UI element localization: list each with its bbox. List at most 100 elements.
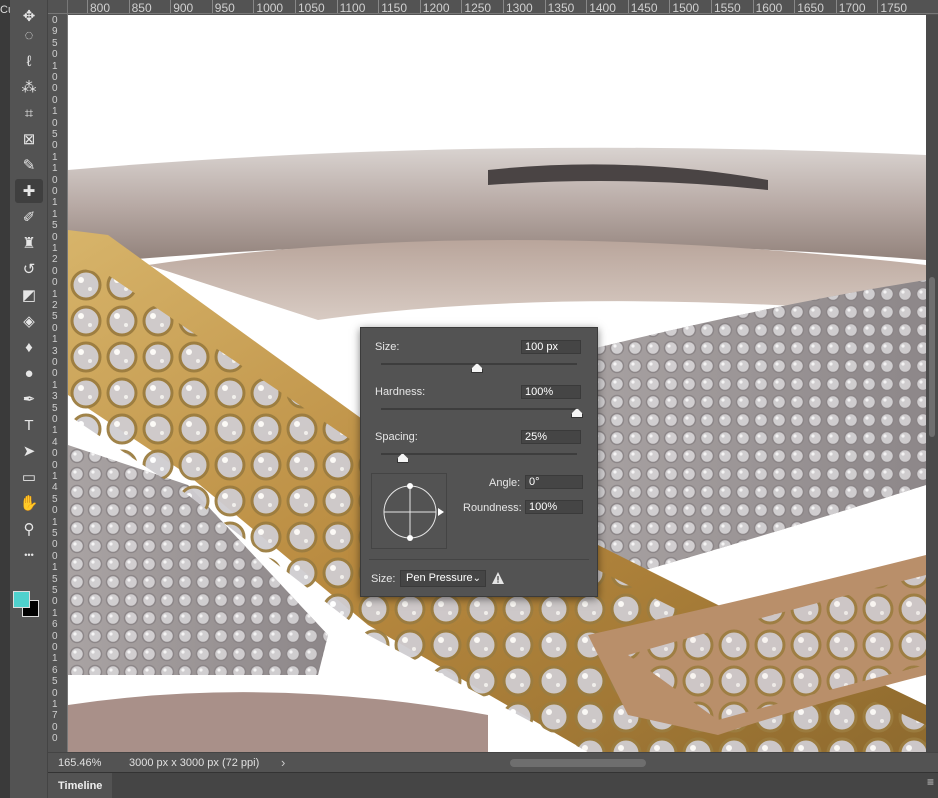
ruler-digit: 1 <box>52 607 58 619</box>
dodge-tool[interactable]: ● <box>15 361 43 385</box>
vertical-scrollbar[interactable] <box>926 15 938 752</box>
ruler-digit: 3 <box>52 345 58 357</box>
roundness-input[interactable]: 100% <box>525 500 583 514</box>
crop-icon: ⌗ <box>24 104 34 122</box>
blur-tool[interactable]: ♦ <box>15 335 43 359</box>
ruler-digit: 6 <box>52 664 58 676</box>
ruler-digit: 5 <box>52 528 58 539</box>
ellipsis-icon: ••• <box>24 550 34 560</box>
ruler-digit: 0 <box>52 368 58 380</box>
horizontal-ruler[interactable]: 800 850 900 950 1000 1050 1100 1150 1200 1250 1300… <box>68 0 938 14</box>
roundness-label: Roundness: <box>463 502 522 514</box>
paint-bucket-tool[interactable]: ◈ <box>15 309 43 333</box>
vertical-scrollbar-thumb[interactable] <box>929 277 935 437</box>
ruler-digit: 0 <box>52 448 58 460</box>
document-info: 3000 px x 3000 px (72 ppi) <box>129 757 260 769</box>
ruler-tick-line <box>544 0 546 13</box>
zoom-icon: ⚲ <box>23 521 35 538</box>
pressure-size-label: Size: <box>371 573 396 585</box>
healing-brush-tool[interactable]: ✚ <box>15 179 43 203</box>
ruler-tick-label: 1150 <box>381 1 407 14</box>
timeline-panel: Timeline ≡ <box>48 772 938 798</box>
ruler-digit: 5 <box>52 585 58 596</box>
angle-input[interactable]: 0° <box>525 475 583 489</box>
ruler-tick-line <box>128 0 130 13</box>
pressure-dropdown[interactable]: Pen Pressure ⌄ <box>400 570 486 587</box>
ruler-tick-line <box>461 0 463 13</box>
size-input[interactable]: 100 px <box>521 340 581 354</box>
dodge-icon: ● <box>24 364 34 382</box>
horizontal-scrollbar-thumb[interactable] <box>510 759 646 767</box>
more-tools[interactable]: ••• <box>15 543 43 567</box>
pen-tool[interactable]: ✒ <box>15 387 43 411</box>
marquee-tool[interactable]: ◌ <box>15 23 43 47</box>
history-brush-tool[interactable]: ↺ <box>15 257 43 281</box>
hardness-label: Hardness: <box>375 386 426 398</box>
vertical-ruler[interactable]: 0950100010501100115012001250130013501400… <box>48 14 68 752</box>
ruler-digit: 5 <box>52 37 58 49</box>
hand-icon: ✋ <box>19 495 39 512</box>
ruler-digit: 5 <box>52 493 58 505</box>
magic-wand-icon: ⁂ <box>21 79 37 96</box>
ruler-digit: 0 <box>52 630 58 642</box>
spacing-slider-track[interactable] <box>381 453 577 455</box>
frame-tool[interactable]: ⊠ <box>15 127 43 151</box>
foreground-color-swatch[interactable] <box>13 591 30 608</box>
ruler-tick-line <box>877 0 879 13</box>
tools-panel: ✥ ◌ ℓ ⁂ ⌗ ⊠ ✎ ✚ ✐ ♜ ↺ ◩ ◈ ♦ ● ✒ T ➤ ▭ ✋ ⚲ ••• <box>10 0 48 798</box>
ruler-tick-label: 1600 <box>755 1 783 14</box>
crop-tool[interactable]: ⌗ <box>15 101 43 125</box>
lasso-tool[interactable]: ℓ <box>15 49 43 73</box>
ruler-tick-line <box>87 0 88 13</box>
type-icon: T <box>24 416 34 434</box>
brush-tool[interactable]: ✐ <box>15 205 43 229</box>
spacing-input[interactable]: 25% <box>521 430 581 444</box>
ruler-digit: 0 <box>52 357 58 368</box>
spacing-label: Spacing: <box>375 431 418 443</box>
ruler-tick-label: 1550 <box>714 1 741 14</box>
frame-icon: ⊠ <box>22 131 36 148</box>
hand-tool[interactable]: ✋ <box>15 491 43 515</box>
ruler-tick-label: 1300 <box>506 1 533 14</box>
ruler-digit: 1 <box>52 288 58 300</box>
ruler-tick-label: 1050 <box>298 1 325 14</box>
hardness-slider-track[interactable] <box>381 408 577 410</box>
type-tool[interactable]: T <box>15 413 43 437</box>
warning-icon[interactable] <box>491 571 505 585</box>
chevron-down-icon: ⌄ <box>472 573 481 584</box>
status-menu-chevron-icon[interactable]: › <box>281 755 285 770</box>
path-selection-tool[interactable]: ➤ <box>15 439 43 463</box>
photoshop-window: Cu ✥◌ℓ⁂⌗⊠✎✚✐♜↺◩◈♦●✒T➤▭✋⚲••• 800850900950… <box>0 0 938 798</box>
ruler-origin[interactable] <box>48 0 68 14</box>
pressure-dropdown-value: Pen Pressure <box>406 572 473 584</box>
shape-tool[interactable]: ▭ <box>15 465 43 489</box>
ruler-tick-line <box>503 0 504 13</box>
eraser-tool[interactable]: ◩ <box>15 283 43 307</box>
zoom-level[interactable]: 165.46% <box>58 757 101 769</box>
ruler-digit: 0 <box>52 83 58 95</box>
ruler-digit: 0 <box>52 94 58 106</box>
eyedropper-tool[interactable]: ✎ <box>15 153 43 177</box>
brush-angle-dial[interactable] <box>371 473 447 549</box>
ruler-tick-line <box>627 0 629 13</box>
ruler-tick-line <box>669 0 671 13</box>
hardness-input[interactable]: 100% <box>521 385 581 399</box>
magic-wand-tool[interactable]: ⁂ <box>15 75 43 99</box>
size-slider-track[interactable] <box>381 363 577 365</box>
popup-divider <box>369 559 589 560</box>
ruler-digit: 2 <box>52 300 58 311</box>
tab-timeline[interactable]: Timeline <box>48 773 113 798</box>
ruler-digit: 5 <box>52 676 58 688</box>
ruler-digit: 1 <box>52 197 58 209</box>
clone-stamp-tool[interactable]: ♜ <box>15 231 43 255</box>
ruler-digit: 1 <box>52 60 58 72</box>
ruler-digit: 0 <box>52 539 58 551</box>
ruler-digit: 5 <box>52 573 58 585</box>
ruler-tick-line <box>586 0 588 13</box>
ruler-digit: 7 <box>52 710 58 722</box>
panel-menu-icon[interactable]: ≡ <box>927 776 934 788</box>
zoom-tool[interactable]: ⚲ <box>15 517 43 541</box>
ruler-digit: 1 <box>52 425 58 437</box>
ruler-digit: 0 <box>52 721 58 733</box>
ruler-tick-label: 1500 <box>672 1 700 14</box>
